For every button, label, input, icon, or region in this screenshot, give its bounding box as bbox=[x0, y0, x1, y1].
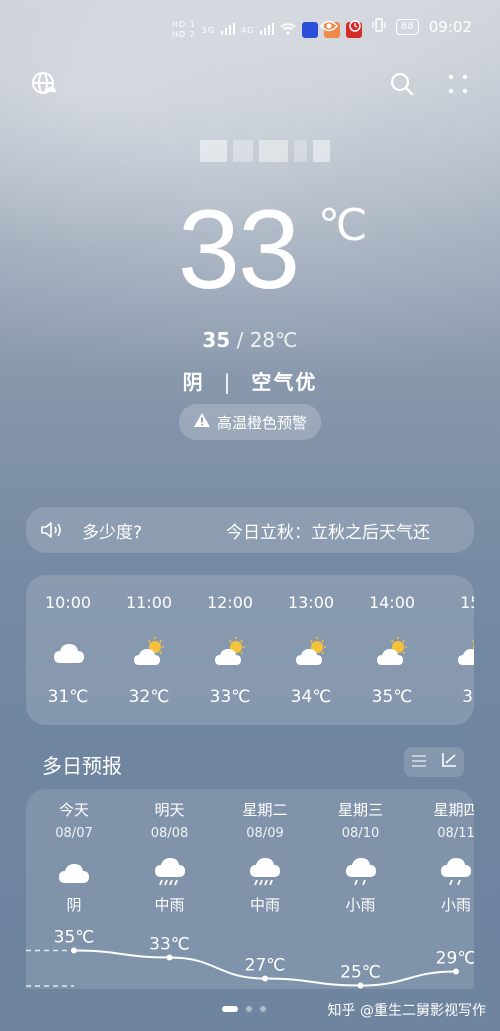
temp-high: 35 bbox=[202, 328, 231, 352]
hourly-temp: 34℃ bbox=[290, 687, 332, 707]
list-view-icon[interactable] bbox=[411, 753, 427, 772]
hourly-time: 15: bbox=[460, 593, 474, 612]
city-manage-icon[interactable] bbox=[28, 68, 60, 100]
partly-cloudy-icon bbox=[133, 637, 167, 665]
hourly-time: 12:00 bbox=[206, 593, 254, 612]
temp-unit: ℃ bbox=[318, 201, 368, 250]
hd1-label: HD 1 bbox=[172, 20, 196, 29]
curve-temp-label: 29℃ bbox=[436, 949, 474, 969]
hourly-time: 13:00 bbox=[287, 593, 335, 612]
temp-range-sep: / bbox=[236, 328, 244, 352]
search-icon[interactable] bbox=[386, 68, 418, 100]
curve-point bbox=[357, 982, 364, 989]
condition-divider: | bbox=[223, 370, 233, 394]
page-dot bbox=[246, 1006, 252, 1012]
multiday-title: 多日预报 bbox=[42, 754, 122, 778]
weather-alert-button[interactable]: 高温橙色预警 bbox=[179, 404, 321, 440]
warning-icon bbox=[193, 412, 211, 432]
hourly-temp: 31℃ bbox=[47, 687, 89, 707]
chart-view-icon[interactable] bbox=[441, 752, 457, 772]
wifi-icon bbox=[280, 22, 296, 38]
page-dot bbox=[260, 1006, 266, 1012]
vibrate-icon bbox=[372, 18, 386, 36]
hourly-time: 11:00 bbox=[125, 593, 173, 612]
app-notification-icon bbox=[302, 22, 319, 38]
status-right: 88 09:02 bbox=[320, 18, 472, 36]
page-indicator bbox=[222, 1006, 266, 1012]
hourly-time: 14:00 bbox=[368, 593, 416, 612]
condition-line: 阴 | 空气优 bbox=[0, 366, 500, 395]
signal-icon-2 bbox=[260, 22, 275, 38]
news-ticker[interactable]: 多少度? 今日立秋：立秋之后天气还 bbox=[26, 507, 474, 553]
condition-text: 阴 bbox=[182, 370, 205, 394]
signal-icon bbox=[221, 22, 236, 38]
curve-point bbox=[262, 975, 268, 982]
view-toggle[interactable] bbox=[404, 747, 464, 777]
curve-point bbox=[453, 968, 459, 975]
clock: 09:02 bbox=[428, 18, 472, 36]
hourly-temp: 34 bbox=[462, 687, 474, 707]
hourly-time: 10:00 bbox=[44, 593, 92, 612]
curve-temp-label: 33℃ bbox=[149, 935, 190, 955]
watermark: 知乎 @重生二舅影视写作 bbox=[328, 1000, 486, 1020]
current-temperature: 33 ℃ bbox=[0, 190, 500, 310]
partly-cloudy-icon bbox=[376, 637, 410, 665]
cloudy-icon bbox=[52, 637, 86, 665]
hd2-label: HD 2 bbox=[172, 30, 196, 39]
curve-temp-label: 35℃ bbox=[54, 928, 95, 948]
temp-low: 28℃ bbox=[249, 328, 298, 352]
curve-point bbox=[166, 954, 173, 961]
battery-indicator: 88 bbox=[396, 19, 419, 35]
curve-temp-label: 25℃ bbox=[340, 963, 381, 983]
partly-cloudy-icon bbox=[214, 637, 248, 665]
temp-value: 33 bbox=[177, 187, 301, 312]
curve-temp-label: 27℃ bbox=[245, 956, 286, 976]
daily-forecast[interactable]: 今天 08/07 阴明天 08/08 中雨 星期二 08/09 中雨 星期三 08/10 小雨 星期四… bbox=[26, 789, 474, 989]
status-bar: HD 1 HD 2 5G 4G 88 09:02 bbox=[0, 0, 500, 60]
partly-cloudy-icon bbox=[457, 637, 474, 665]
hourly-temp: 32℃ bbox=[128, 687, 170, 707]
hourly-temp: 35℃ bbox=[371, 687, 413, 707]
page-dot-active bbox=[222, 1006, 238, 1012]
temperature-curve: 35℃ 33℃ 27℃ 25℃ 29℃ bbox=[26, 928, 474, 989]
net2-label: 4G bbox=[241, 25, 255, 35]
voice-query-text[interactable]: 多少度? bbox=[82, 518, 142, 543]
news-headline[interactable]: 今日立秋：立秋之后天气还 bbox=[226, 518, 454, 543]
alert-label: 高温橙色预警 bbox=[216, 413, 307, 432]
temp-range: 35 / 28℃ bbox=[0, 328, 500, 352]
location-name-blurred[interactable] bbox=[200, 140, 330, 164]
more-icon[interactable] bbox=[442, 68, 474, 100]
eye-icon bbox=[320, 18, 339, 36]
hourly-forecast[interactable]: 10:00 31℃ 11:00 32℃ 12:00 33℃ 13:00 34℃ 14:00 35℃… bbox=[26, 575, 474, 725]
watermark-text: 知乎 @重生二舅影视写作 bbox=[327, 1003, 486, 1019]
curve-point bbox=[71, 947, 77, 954]
air-quality-text[interactable]: 空气优 bbox=[251, 370, 317, 394]
alarm-icon bbox=[348, 18, 362, 36]
net1-label: 5G bbox=[201, 25, 216, 35]
speaker-icon[interactable] bbox=[40, 519, 66, 541]
hourly-temp: 33℃ bbox=[209, 687, 251, 707]
partly-cloudy-icon bbox=[295, 637, 329, 665]
